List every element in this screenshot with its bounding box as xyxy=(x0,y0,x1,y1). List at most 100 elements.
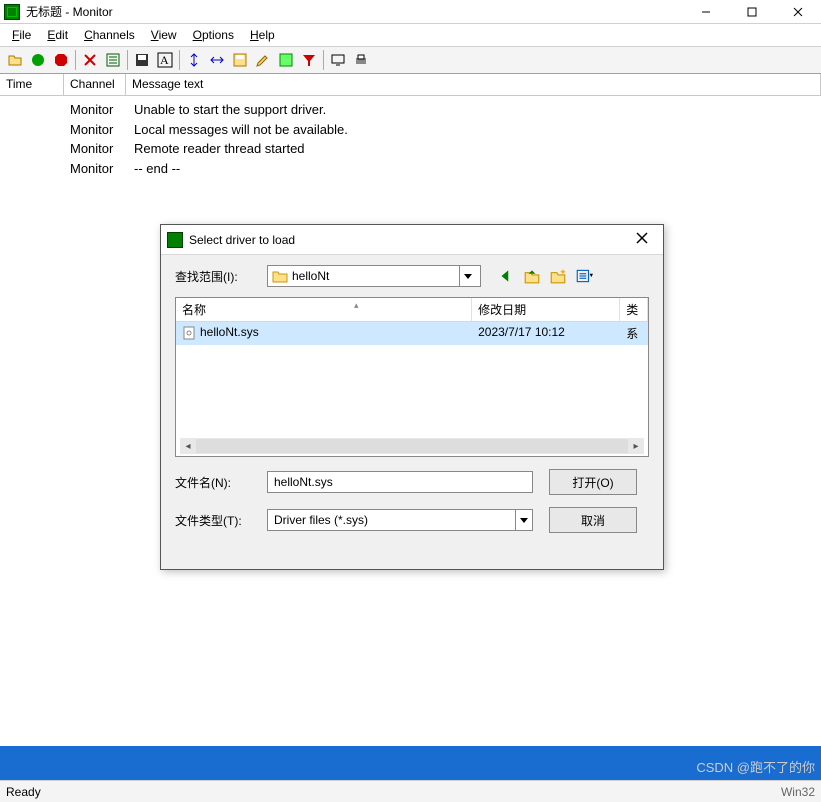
toolbar-separator xyxy=(75,50,76,70)
msg-text: Remote reader thread started xyxy=(126,139,305,159)
toolbar-separator xyxy=(323,50,324,70)
dialog-close-button[interactable] xyxy=(627,232,657,247)
tb-edit-icon[interactable] xyxy=(252,49,274,71)
message-row[interactable]: Monitor Remote reader thread started xyxy=(0,139,821,159)
open-file-dialog: Select driver to load 查找范围(I): helloNt ✦… xyxy=(160,224,664,570)
look-in-label: 查找范围(I): xyxy=(175,268,259,285)
grid-header: Time Channel Message text xyxy=(0,74,821,96)
scroll-right-icon[interactable]: ▸ xyxy=(628,441,644,452)
filename-input[interactable] xyxy=(267,471,533,493)
filelist-col-type[interactable]: 类 xyxy=(620,298,648,321)
dialog-title: Select driver to load xyxy=(189,233,627,247)
menu-options[interactable]: Options xyxy=(187,26,240,44)
filelist-col-date[interactable]: 修改日期 xyxy=(472,298,620,321)
menu-channels[interactable]: Channels xyxy=(78,26,141,44)
maximize-button[interactable] xyxy=(729,0,775,24)
menu-file[interactable]: File xyxy=(6,26,37,44)
dialog-body: 查找范围(I): helloNt ✦ 名称▴ 修改日期 类 helloN xyxy=(161,255,663,543)
tb-delete-icon[interactable] xyxy=(79,49,101,71)
look-in-row: 查找范围(I): helloNt ✦ xyxy=(175,265,649,287)
file-type-cell: 系 xyxy=(620,324,648,343)
cancel-button[interactable]: 取消 xyxy=(549,507,637,533)
menu-help[interactable]: Help xyxy=(244,26,281,44)
look-in-value: helloNt xyxy=(292,269,455,283)
tb-save-icon[interactable] xyxy=(131,49,153,71)
file-date-cell: 2023/7/17 10:12 xyxy=(472,324,620,343)
toolbar-separator xyxy=(179,50,180,70)
svg-text:✦: ✦ xyxy=(559,267,567,277)
msg-time xyxy=(0,139,64,159)
watermark: CSDN @跑不了的你 xyxy=(696,757,815,776)
tb-save2-icon[interactable] xyxy=(229,49,251,71)
new-folder-icon[interactable]: ✦ xyxy=(549,267,567,285)
back-icon[interactable] xyxy=(497,267,515,285)
titlebar: 无标题 - Monitor xyxy=(0,0,821,24)
col-channel[interactable]: Channel xyxy=(64,74,126,96)
tb-start-icon[interactable] xyxy=(27,49,49,71)
file-list: 名称▴ 修改日期 类 helloNt.sys 2023/7/17 10:12 系… xyxy=(175,297,649,457)
msg-text: Local messages will not be available. xyxy=(126,120,348,140)
h-scrollbar[interactable]: ◂ ▸ xyxy=(180,438,644,454)
tb-highlight-icon[interactable] xyxy=(275,49,297,71)
tb-display-icon[interactable] xyxy=(327,49,349,71)
msg-time xyxy=(0,120,64,140)
msg-time xyxy=(0,100,64,120)
menubar: File Edit Channels View Options Help xyxy=(0,24,821,46)
tb-list-icon[interactable] xyxy=(102,49,124,71)
file-name-cell: helloNt.sys xyxy=(176,324,472,343)
message-row[interactable]: Monitor -- end -- xyxy=(0,159,821,179)
scroll-track[interactable] xyxy=(196,439,628,453)
tb-open-icon[interactable] xyxy=(4,49,26,71)
menu-view[interactable]: View xyxy=(145,26,183,44)
msg-channel: Monitor xyxy=(64,120,126,140)
tb-resize-v-icon[interactable] xyxy=(183,49,205,71)
tb-resize-h-icon[interactable] xyxy=(206,49,228,71)
app-icon xyxy=(4,4,20,20)
dialog-app-icon xyxy=(167,232,183,248)
chevron-down-icon[interactable] xyxy=(515,510,532,530)
statusbar: Ready Win32 xyxy=(0,780,821,802)
svg-text:A: A xyxy=(160,53,169,67)
msg-text: Unable to start the support driver. xyxy=(126,100,326,120)
msg-channel: Monitor xyxy=(64,139,126,159)
toolbar-separator xyxy=(127,50,128,70)
chevron-down-icon[interactable] xyxy=(459,266,476,286)
folder-icon xyxy=(272,270,288,283)
tb-font-icon[interactable]: A xyxy=(154,49,176,71)
filetype-select[interactable]: Driver files (*.sys) xyxy=(267,509,533,531)
status-right: Win32 xyxy=(781,785,815,799)
message-row[interactable]: Monitor Unable to start the support driv… xyxy=(0,100,821,120)
msg-time xyxy=(0,159,64,179)
msg-channel: Monitor xyxy=(64,100,126,120)
tb-print-icon[interactable] xyxy=(350,49,372,71)
toolbar: A xyxy=(0,46,821,74)
scroll-left-icon[interactable]: ◂ xyxy=(180,441,196,452)
dialog-titlebar: Select driver to load xyxy=(161,225,663,255)
filename-row: 文件名(N): 打开(O) xyxy=(175,469,649,495)
msg-text: -- end -- xyxy=(126,159,180,179)
file-row[interactable]: helloNt.sys 2023/7/17 10:12 系 xyxy=(176,322,648,345)
open-button[interactable]: 打开(O) xyxy=(549,469,637,495)
col-message[interactable]: Message text xyxy=(126,74,821,96)
up-folder-icon[interactable] xyxy=(523,267,541,285)
window-controls xyxy=(683,0,821,24)
minimize-button[interactable] xyxy=(683,0,729,24)
filetype-label: 文件类型(T): xyxy=(175,512,259,529)
filetype-row: 文件类型(T): Driver files (*.sys) 取消 xyxy=(175,507,649,533)
sort-asc-icon: ▴ xyxy=(354,300,359,311)
view-menu-icon[interactable] xyxy=(575,267,593,285)
tb-stop-icon[interactable] xyxy=(50,49,72,71)
file-list-header: 名称▴ 修改日期 类 xyxy=(176,298,648,322)
col-time[interactable]: Time xyxy=(0,74,64,96)
window-title: 无标题 - Monitor xyxy=(26,3,683,20)
look-in-combo[interactable]: helloNt xyxy=(267,265,481,287)
tb-filter-icon[interactable] xyxy=(298,49,320,71)
close-button[interactable] xyxy=(775,0,821,24)
filelist-col-name[interactable]: 名称▴ xyxy=(176,298,472,321)
msg-channel: Monitor xyxy=(64,159,126,179)
dialog-nav-icons: ✦ xyxy=(497,267,593,285)
filename-label: 文件名(N): xyxy=(175,474,259,491)
message-row[interactable]: Monitor Local messages will not be avail… xyxy=(0,120,821,140)
menu-edit[interactable]: Edit xyxy=(41,26,74,44)
file-icon xyxy=(182,326,196,340)
